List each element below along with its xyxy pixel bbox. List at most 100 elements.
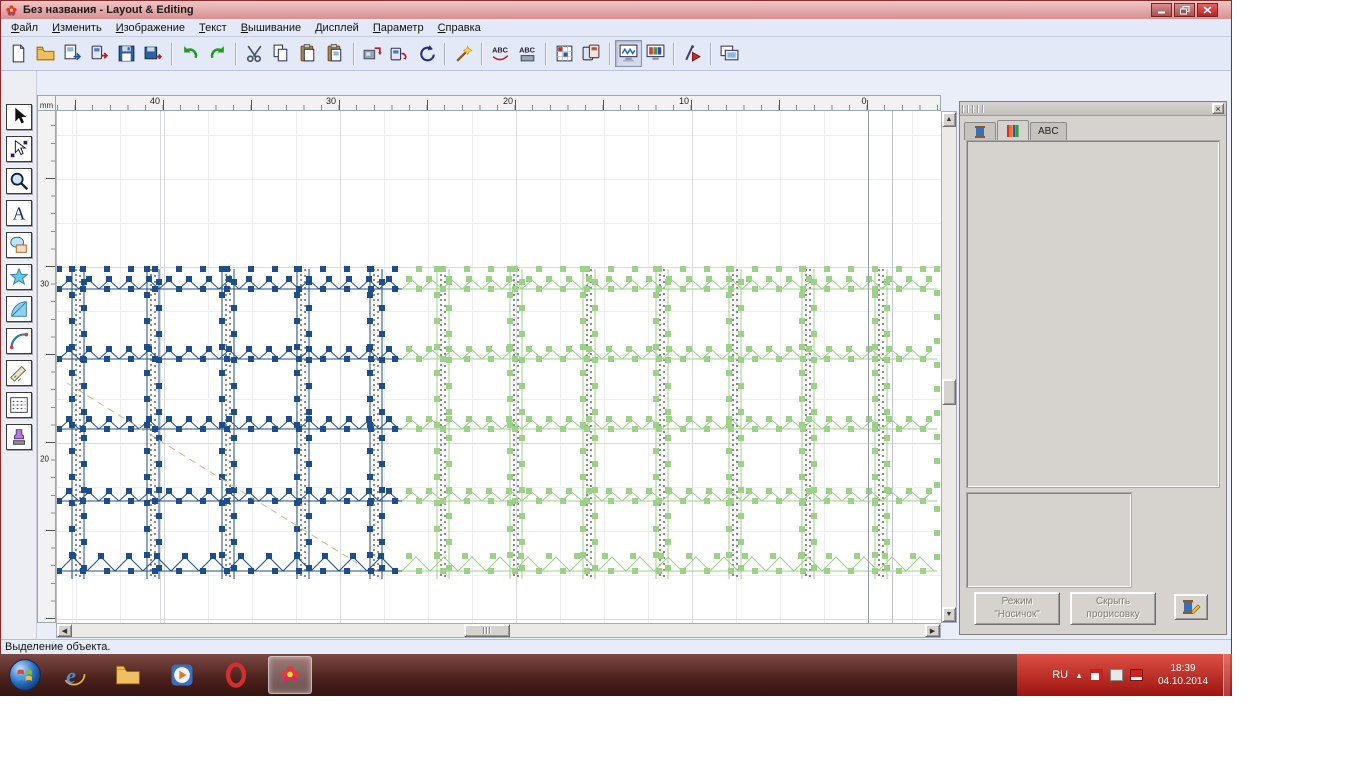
scroll-right-button[interactable]: ▶ (925, 624, 940, 637)
tray-icon[interactable] (1090, 669, 1103, 681)
clock-date: 04.10.2014 (1150, 675, 1216, 688)
menu-item-0[interactable]: Файл (4, 21, 45, 35)
stitch-pattern[interactable] (57, 111, 941, 623)
panel-title-strip[interactable]: × (960, 102, 1226, 116)
start-button[interactable] (8, 658, 42, 692)
threads-tab[interactable] (997, 120, 1029, 140)
redo-button[interactable] (204, 40, 231, 67)
taskbar-pe-design-button[interactable] (268, 656, 312, 694)
design-page-button[interactable] (716, 40, 743, 67)
scroll-left-button[interactable]: ◀ (57, 624, 72, 637)
import-card-button[interactable] (86, 40, 113, 67)
abc-fit-button[interactable]: ABC (487, 40, 514, 67)
spool-tab[interactable] (964, 122, 996, 140)
save-card-button[interactable] (140, 40, 167, 67)
clock[interactable]: 18:39 04.10.2014 (1150, 662, 1216, 688)
abc-tab[interactable]: ABC (1030, 122, 1067, 140)
fan-tool-button[interactable] (6, 296, 32, 322)
panel-grip[interactable] (962, 105, 984, 113)
vertical-scroll-thumb[interactable] (942, 379, 956, 405)
hidden-icons-chevron[interactable]: ▲ (1075, 671, 1083, 680)
horizontal-scrollbar[interactable]: ◀ ▶ (56, 623, 941, 638)
panel-close-button[interactable]: × (1212, 103, 1224, 114)
rotate-button[interactable] (413, 40, 440, 67)
send-machine-button[interactable] (359, 40, 386, 67)
arc-icon (8, 330, 30, 352)
stamp-tool-button[interactable] (6, 424, 32, 450)
scroll-up-button[interactable]: ▲ (942, 112, 956, 127)
restore-button[interactable] (1174, 3, 1195, 17)
taskbar-explorer-button[interactable] (106, 656, 150, 694)
stitch-tool-button[interactable] (6, 392, 32, 418)
view-stitch-button[interactable] (615, 40, 642, 67)
simulator-button[interactable] (679, 40, 706, 67)
horizontal-scroll-thumb[interactable] (464, 624, 510, 637)
copy-button[interactable] (268, 40, 295, 67)
show-desktop-button[interactable] (1223, 654, 1230, 696)
thread-edit-button[interactable] (1174, 594, 1208, 620)
undo-button[interactable] (177, 40, 204, 67)
save-button[interactable] (113, 40, 140, 67)
toolbar-separator (353, 43, 355, 65)
mode-button[interactable]: Режим"Носичок" (974, 592, 1060, 625)
design-canvas[interactable] (56, 111, 941, 623)
taskbar-apps: e (52, 654, 312, 696)
ruler-label: 20 (40, 455, 49, 464)
ruler-label: 30 (40, 280, 49, 289)
import-design-button[interactable] (59, 40, 86, 67)
send-card-button[interactable] (386, 40, 413, 67)
arc-tool-button[interactable] (6, 328, 32, 354)
menu-item-7[interactable]: Справка (431, 21, 488, 35)
abc-fit-icon: ABC (490, 43, 511, 64)
measure-icon (8, 362, 30, 384)
paste-special-button[interactable] (322, 40, 349, 67)
zoom-tool-button[interactable] (6, 168, 32, 194)
save-card-icon (143, 43, 164, 64)
shapes-tool-button[interactable] (6, 232, 32, 258)
panel-buttons: Режим"Носичок" Скрытьпрорисовку (974, 592, 1156, 625)
close-button[interactable] (1197, 3, 1218, 17)
point-edit-tool-button[interactable] (6, 136, 32, 162)
paste-button[interactable] (295, 40, 322, 67)
taskbar-media-button[interactable] (160, 656, 204, 694)
cut-button[interactable] (241, 40, 268, 67)
text-tool-button[interactable]: A (6, 200, 32, 226)
tray-icon[interactable] (1130, 669, 1143, 681)
minimize-button[interactable] (1151, 3, 1172, 17)
menu-item-5[interactable]: Дисплей (308, 21, 366, 35)
redo-icon (207, 43, 228, 64)
thread-list-box[interactable] (966, 140, 1220, 488)
vertical-scrollbar[interactable]: ▲ ▼ (941, 111, 957, 623)
menu-item-2[interactable]: Изображение (109, 21, 192, 35)
shapes-icon (8, 234, 30, 256)
hide-render-button[interactable]: Скрытьпрорисовку (1070, 592, 1156, 625)
taskbar-opera-button[interactable] (214, 656, 258, 694)
simulator-icon (682, 43, 703, 64)
taskbar-ie-button[interactable]: e (52, 656, 96, 694)
star-tool-button[interactable] (6, 264, 32, 290)
open-button[interactable] (32, 40, 59, 67)
close-icon (1203, 6, 1212, 14)
select-icon (8, 106, 30, 128)
system-tray: RU ▲ 18:39 04.10.2014 (1017, 654, 1232, 696)
select-tool-button[interactable] (6, 104, 32, 130)
menu-item-3[interactable]: Текст (192, 21, 234, 35)
rotate-icon (416, 43, 437, 64)
menu-item-1[interactable]: Изменить (45, 21, 109, 35)
abc-machine-button[interactable]: ABC (514, 40, 541, 67)
card-pair-button[interactable] (578, 40, 605, 67)
threads-icon (1005, 124, 1021, 138)
menu-item-4[interactable]: Вышивание (234, 21, 308, 35)
language-indicator[interactable]: RU (1052, 669, 1068, 681)
scroll-down-button[interactable]: ▼ (942, 607, 956, 622)
new-button[interactable] (5, 40, 32, 67)
menu-item-6[interactable]: Параметр (366, 21, 431, 35)
title-bar[interactable]: Без названия - Layout & Editing (1, 1, 1231, 19)
tray-icon[interactable] (1110, 669, 1123, 681)
screen: Без названия - Layout & Editing ФайлИзме… (0, 0, 1232, 696)
design-grid-button[interactable] (551, 40, 578, 67)
wand-button[interactable] (450, 40, 477, 67)
measure-tool-button[interactable] (6, 360, 32, 386)
thread-edit-icon (1181, 598, 1201, 616)
view-real-button[interactable] (642, 40, 669, 67)
